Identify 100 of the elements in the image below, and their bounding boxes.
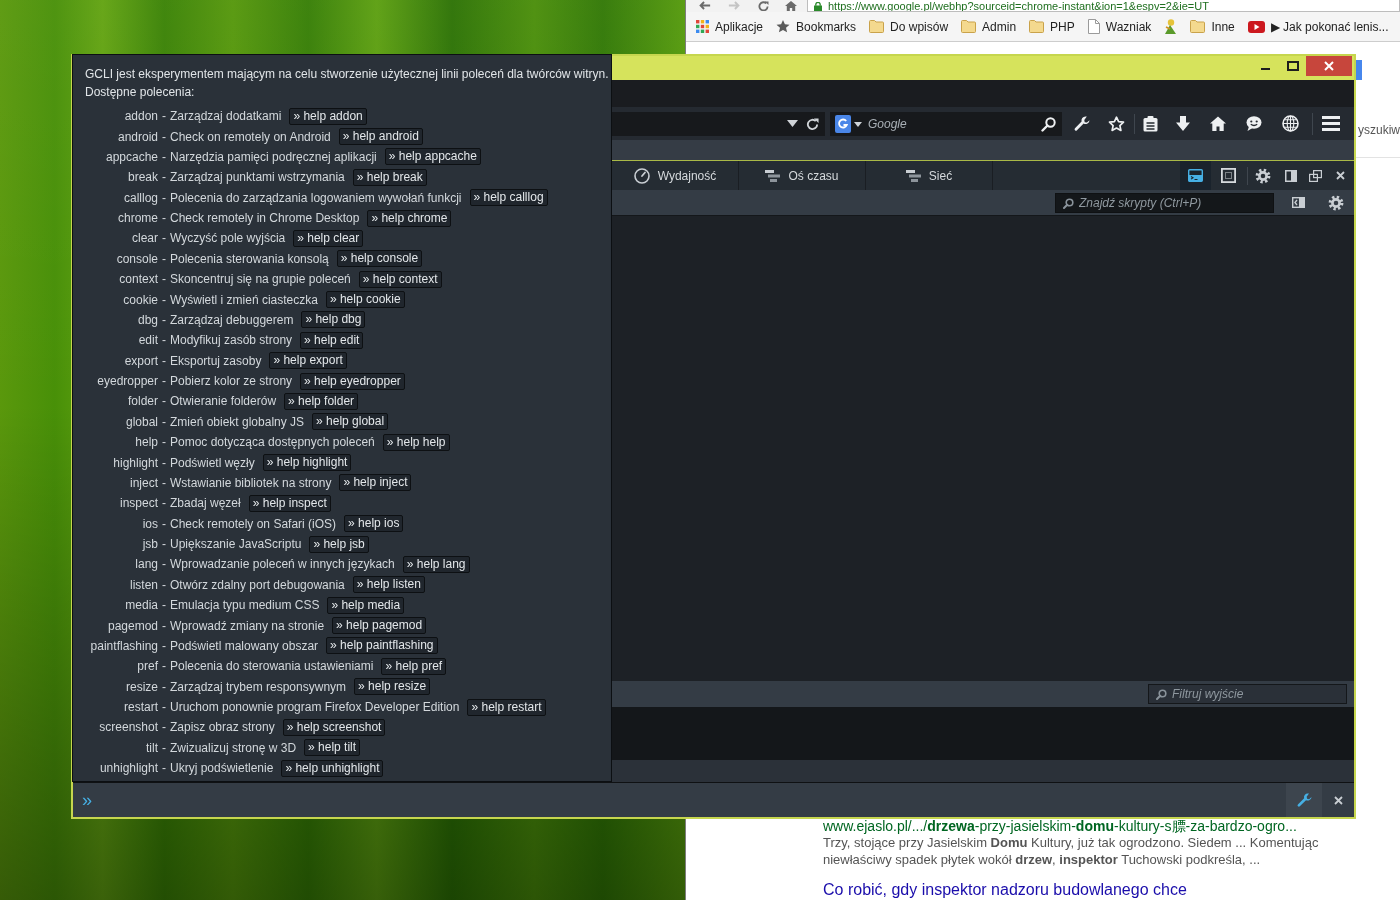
bookmark[interactable]: Admin <box>959 14 1019 39</box>
home-icon[interactable] <box>785 1 797 11</box>
separator: - <box>161 108 167 126</box>
folder-icon <box>961 20 977 33</box>
command-description: Check on remotely on Android <box>170 128 331 146</box>
settings-icon <box>1328 194 1344 211</box>
command-name: console <box>115 250 158 268</box>
bookmark[interactable]: Bookmarks <box>774 14 859 39</box>
command-name: paintflashing <box>89 637 158 655</box>
search-field[interactable]: Google <box>830 111 1062 136</box>
separator: - <box>161 699 167 717</box>
address-field[interactable]: https://www.google.pl/webhp?sourceid=chrome-instant&ion=1&espv=2&ie=UT <box>807 0 1400 12</box>
help-button[interactable]: » help tilt <box>304 739 361 757</box>
help-button[interactable]: » help listen <box>352 576 425 594</box>
separator: - <box>161 719 167 737</box>
download-icon <box>1175 116 1190 131</box>
help-button[interactable]: » help jsb <box>309 535 369 553</box>
bookmark[interactable]: Do wpisów <box>867 14 951 39</box>
dropdown-icon[interactable] <box>787 120 798 127</box>
chat-icon <box>1246 116 1262 131</box>
bookmark[interactable]: PHP <box>1027 14 1077 39</box>
command-description: Zarządzaj punktami wstrzymania <box>170 169 345 187</box>
bookmark[interactable]: Inne <box>1188 14 1237 39</box>
separator: - <box>161 515 167 533</box>
close-button[interactable] <box>1306 56 1352 76</box>
page-icon <box>1087 19 1100 34</box>
help-button[interactable]: » help context <box>358 270 442 288</box>
separator: - <box>161 474 167 492</box>
search-field[interactable]: Znajdź skrypty (Ctrl+P) <box>1055 192 1274 213</box>
bookmark[interactable]: Wazniak <box>1085 14 1154 39</box>
command-name: folder <box>126 393 158 411</box>
back-icon[interactable] <box>698 1 711 10</box>
command-description: Check remotely on Safari (iOS) <box>170 515 337 533</box>
maximize-icon <box>1286 61 1299 71</box>
help-button[interactable]: » help inject <box>339 474 412 492</box>
help-button[interactable]: » help unhighlight <box>281 759 384 777</box>
separator: - <box>161 311 167 329</box>
bookmark[interactable]: Aplikacje <box>694 14 766 39</box>
help-button[interactable]: » help media <box>327 596 405 614</box>
help-button[interactable]: » help ios <box>344 515 404 533</box>
help-button[interactable]: » help addon <box>289 107 367 125</box>
page-text: yszukiw <box>1358 122 1400 138</box>
close-icon <box>1333 795 1343 805</box>
help-button[interactable]: » help console <box>336 250 423 268</box>
folder-icon <box>1029 20 1045 33</box>
separator: - <box>161 250 167 268</box>
help-button[interactable]: » help pref <box>381 657 447 675</box>
command-description: Modyfikuj zasób strony <box>170 332 293 350</box>
command-description: Wprowadź zmiany na stronie <box>170 617 325 635</box>
bookmark[interactable]: ▶ Jak pokonać lenis... <box>1245 14 1391 39</box>
help-button[interactable]: » help calllog <box>469 189 548 207</box>
result-title-link[interactable]: Co robić, gdy inspektor nadzoru budowlanego chce <box>823 882 1187 898</box>
command-name: edit <box>137 332 158 350</box>
lock-icon <box>814 2 822 11</box>
help-button[interactable]: » help cookie <box>325 291 405 309</box>
command-name: inspect <box>118 495 158 513</box>
help-button[interactable]: » help clear <box>293 229 364 247</box>
command-name: eyedropper <box>96 373 158 391</box>
command-name: context <box>118 271 158 289</box>
help-button[interactable]: » help highlight <box>262 454 352 472</box>
help-button[interactable]: » help folder <box>284 392 359 410</box>
help-button[interactable]: » help screenshot <box>282 718 386 736</box>
console-toggle-button[interactable] <box>1180 161 1211 190</box>
result-url[interactable]: www.ejaslo.pl/.../drzewa-przy-jasielskim-domu-kultury-s膘-za-bardzo-ogro... <box>823 818 1297 834</box>
address-field[interactable] <box>612 111 825 136</box>
minimize-icon <box>1261 68 1270 70</box>
filter-field[interactable]: Filtruj wyjście <box>1148 684 1347 704</box>
command-name: inject <box>129 474 158 492</box>
separator: - <box>161 678 167 696</box>
help-button[interactable]: » help restart <box>467 698 546 716</box>
help-button[interactable]: » help break <box>352 168 427 186</box>
separator: - <box>161 454 167 472</box>
separator: - <box>161 332 167 350</box>
command-name: restart <box>123 699 158 717</box>
command-description: Uruchom ponownie program Firefox Developer Edition <box>170 699 460 717</box>
caret-icon[interactable] <box>854 121 862 127</box>
help-button[interactable]: » help inspect <box>248 494 331 512</box>
help-button[interactable]: » help edit <box>300 331 364 349</box>
command-name: resize <box>125 678 158 696</box>
help-button[interactable]: » help paintflashing <box>326 637 438 655</box>
separator: - <box>161 230 167 248</box>
command-name: screenshot <box>98 719 158 737</box>
help-button[interactable]: » help lang <box>402 555 470 573</box>
help-button[interactable]: » help help <box>382 433 450 451</box>
folder-icon <box>869 20 885 33</box>
help-button[interactable]: » help export <box>269 352 347 370</box>
help-button[interactable]: » help dbg <box>301 311 366 329</box>
gauge-icon <box>633 167 650 184</box>
search-icon[interactable] <box>1041 116 1056 132</box>
folder-icon <box>1190 20 1206 33</box>
help-button[interactable]: » help chrome <box>367 209 452 227</box>
command-description: Wprowadzanie poleceń w innych językach <box>170 556 395 574</box>
home-icon <box>1209 116 1226 131</box>
help-button[interactable]: » help appcache <box>384 148 481 166</box>
help-button[interactable]: » help android <box>338 128 423 146</box>
help-button[interactable]: » help global <box>312 413 389 431</box>
command-name: chrome <box>117 210 158 228</box>
help-button[interactable]: » help pagemod <box>332 617 427 635</box>
help-button[interactable]: » help eyedropper <box>300 372 405 390</box>
help-button[interactable]: » help resize <box>354 678 431 696</box>
